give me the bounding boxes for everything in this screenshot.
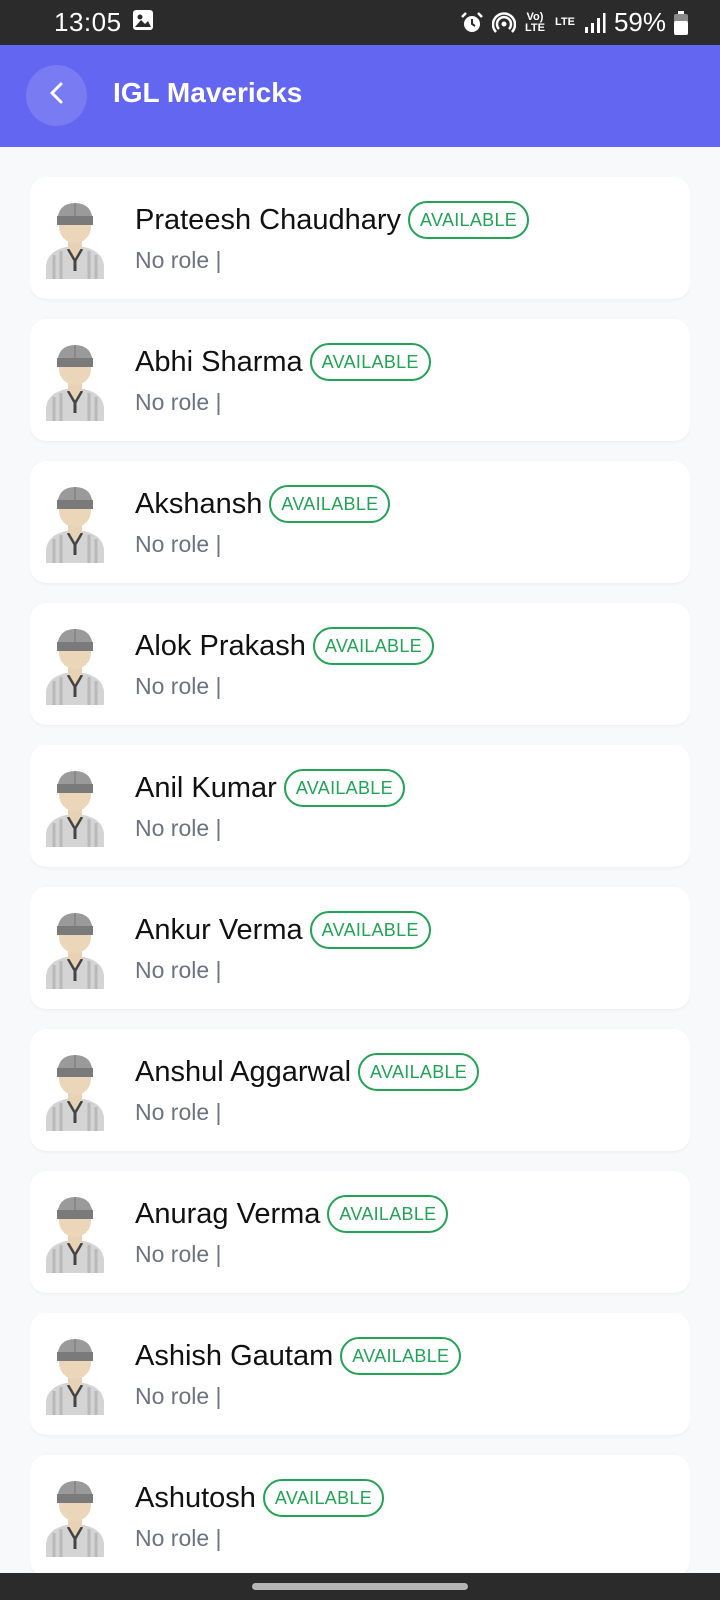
- page-title: IGL Mavericks: [113, 77, 303, 108]
- home-gesture-handle[interactable]: [252, 1583, 468, 1590]
- player-name: Anurag Verma: [135, 1197, 321, 1230]
- image-icon: [132, 9, 154, 36]
- battery-icon: [674, 10, 688, 35]
- player-card[interactable]: Anil Kumar AVAILABLE No role |: [30, 745, 690, 867]
- player-avatar-icon: [44, 623, 106, 705]
- status-time: 13:05: [54, 7, 122, 37]
- player-avatar-icon: [44, 1475, 106, 1557]
- status-badge: AVAILABLE: [269, 485, 391, 523]
- status-badge: AVAILABLE: [262, 1479, 385, 1517]
- player-name: Prateesh Chaudhary: [135, 203, 401, 236]
- battery-percent: 59%: [613, 7, 666, 37]
- player-role: No role |: [135, 957, 222, 983]
- player-avatar-icon: [44, 1333, 106, 1415]
- player-name: Anil Kumar: [135, 771, 277, 804]
- player-role: No role |: [135, 673, 222, 699]
- app-bar: IGL Mavericks: [0, 45, 720, 147]
- player-name: Ankur Verma: [135, 913, 303, 946]
- player-name: Ashish Gautam: [135, 1339, 334, 1372]
- status-badge: AVAILABLE: [283, 769, 405, 807]
- player-role: No role |: [135, 1241, 222, 1267]
- back-button[interactable]: [26, 65, 87, 126]
- player-role: No role |: [135, 1099, 222, 1125]
- lte-icon: LTE: [554, 16, 575, 28]
- player-name: Anshul Aggarwal: [135, 1055, 352, 1088]
- player-avatar-icon: [44, 1191, 106, 1273]
- player-role: No role |: [135, 1383, 222, 1409]
- player-avatar-icon: [44, 481, 106, 563]
- player-avatar-icon: [44, 1049, 106, 1131]
- status-badge: AVAILABLE: [408, 201, 530, 239]
- player-card[interactable]: Ashish Gautam AVAILABLE No role |: [30, 1313, 690, 1435]
- alarm-icon: [460, 11, 484, 35]
- player-role: No role |: [135, 1525, 222, 1551]
- player-card[interactable]: Alok Prakash AVAILABLE No role |: [30, 603, 690, 725]
- player-avatar-icon: [44, 765, 106, 847]
- player-name: Ashutosh: [135, 1481, 256, 1514]
- status-badge: AVAILABLE: [327, 1195, 449, 1233]
- player-role: No role |: [135, 531, 222, 557]
- player-avatar-icon: [44, 907, 106, 989]
- player-name: Akshansh: [135, 487, 263, 520]
- player-card[interactable]: Ashutosh AVAILABLE No role |: [30, 1455, 690, 1573]
- player-card[interactable]: Prateesh Chaudhary AVAILABLE No role |: [30, 177, 690, 299]
- status-bar: 13:05 Vo) LTE LTE 59%: [0, 0, 720, 45]
- chevron-left-icon: [47, 81, 67, 110]
- signal-icon: [584, 12, 606, 34]
- navigation-bar: [0, 1573, 720, 1600]
- status-badge: AVAILABLE: [309, 911, 431, 949]
- player-list[interactable]: Prateesh Chaudhary AVAILABLE No role | A…: [30, 177, 690, 1573]
- player-role: No role |: [135, 389, 222, 415]
- player-name: Abhi Sharma: [135, 345, 303, 378]
- player-card[interactable]: Abhi Sharma AVAILABLE No role |: [30, 319, 690, 441]
- player-card[interactable]: Anshul Aggarwal AVAILABLE No role |: [30, 1029, 690, 1151]
- player-card[interactable]: Akshansh AVAILABLE No role |: [30, 461, 690, 583]
- hotspot-icon: [491, 11, 516, 35]
- status-badge: AVAILABLE: [340, 1337, 462, 1375]
- status-badge: AVAILABLE: [312, 627, 434, 665]
- player-avatar-icon: [44, 197, 106, 279]
- player-role: No role |: [135, 247, 222, 273]
- volte-icon: Vo) LTE: [524, 10, 545, 34]
- player-card[interactable]: Ankur Verma AVAILABLE No role |: [30, 887, 690, 1009]
- status-badge: AVAILABLE: [309, 343, 431, 381]
- player-card[interactable]: Anurag Verma AVAILABLE No role |: [30, 1171, 690, 1293]
- status-badge: AVAILABLE: [358, 1053, 480, 1091]
- player-name: Alok Prakash: [135, 629, 306, 662]
- player-role: No role |: [135, 815, 222, 841]
- player-avatar-icon: [44, 339, 106, 421]
